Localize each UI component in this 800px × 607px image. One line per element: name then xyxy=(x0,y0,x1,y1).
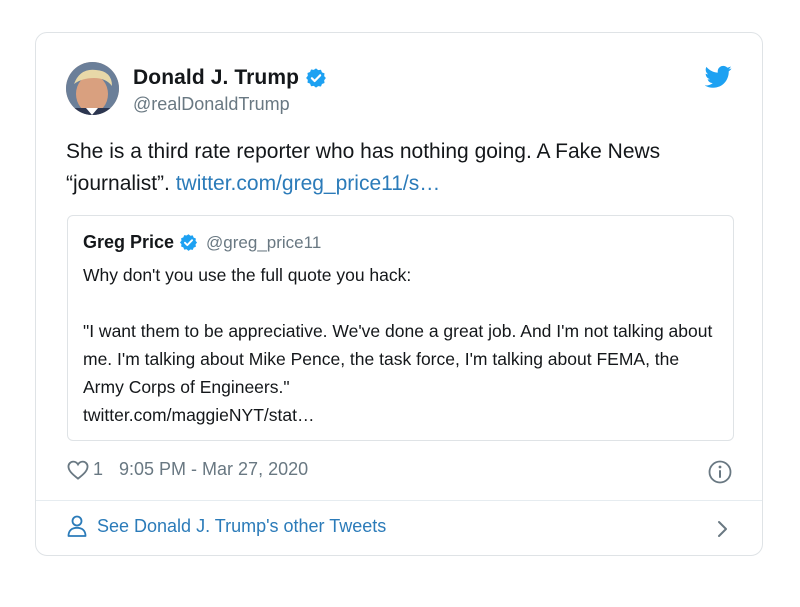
quoted-tweet-header: Greg Price @greg_price11 xyxy=(83,232,321,253)
info-icon[interactable] xyxy=(708,460,732,484)
author-name[interactable]: Donald J. Trump xyxy=(133,66,299,90)
tweet-link[interactable]: twitter.com/greg_price11/s… xyxy=(176,172,441,195)
footer-divider xyxy=(36,500,762,501)
tweet-timestamp[interactable]: 9:05 PM - Mar 27, 2020 xyxy=(119,459,308,480)
verified-badge-icon xyxy=(179,233,198,252)
quoted-tweet-body: Why don't you use the full quote you hac… xyxy=(83,261,723,429)
avatar-image xyxy=(66,62,119,115)
see-other-tweets-link[interactable]: See Donald J. Trump's other Tweets xyxy=(67,515,386,537)
quoted-tweet[interactable]: Greg Price @greg_price11 Why don't you u… xyxy=(67,215,734,441)
like-count[interactable]: 1 xyxy=(93,459,103,480)
verified-badge-icon xyxy=(305,67,327,89)
quoted-author-handle: @greg_price11 xyxy=(206,232,322,252)
see-other-tweets-label: See Donald J. Trump's other Tweets xyxy=(97,515,387,536)
quoted-tweet-link: twitter.com/maggieNYT/stat… xyxy=(83,405,315,425)
quoted-tweet-quote: "I want them to be appreciative. We've d… xyxy=(83,321,713,397)
quoted-author-name: Greg Price xyxy=(83,232,175,252)
quoted-tweet-line: Why don't you use the full quote you hac… xyxy=(83,265,412,285)
embedded-tweet-card: Donald J. Trump @realDonaldTrump She is … xyxy=(35,32,763,556)
author-handle[interactable]: @realDonaldTrump xyxy=(133,94,290,115)
author-name-row: Donald J. Trump xyxy=(133,66,327,90)
twitter-bird-icon[interactable] xyxy=(704,65,732,89)
chevron-right-icon[interactable] xyxy=(716,519,730,539)
heart-icon[interactable] xyxy=(67,460,89,480)
tweet-text: She is a third rate reporter who has not… xyxy=(66,136,736,200)
tweet-meta-row: 1 9:05 PM - Mar 27, 2020 xyxy=(67,459,308,480)
avatar[interactable] xyxy=(66,62,119,115)
person-icon xyxy=(67,515,87,537)
